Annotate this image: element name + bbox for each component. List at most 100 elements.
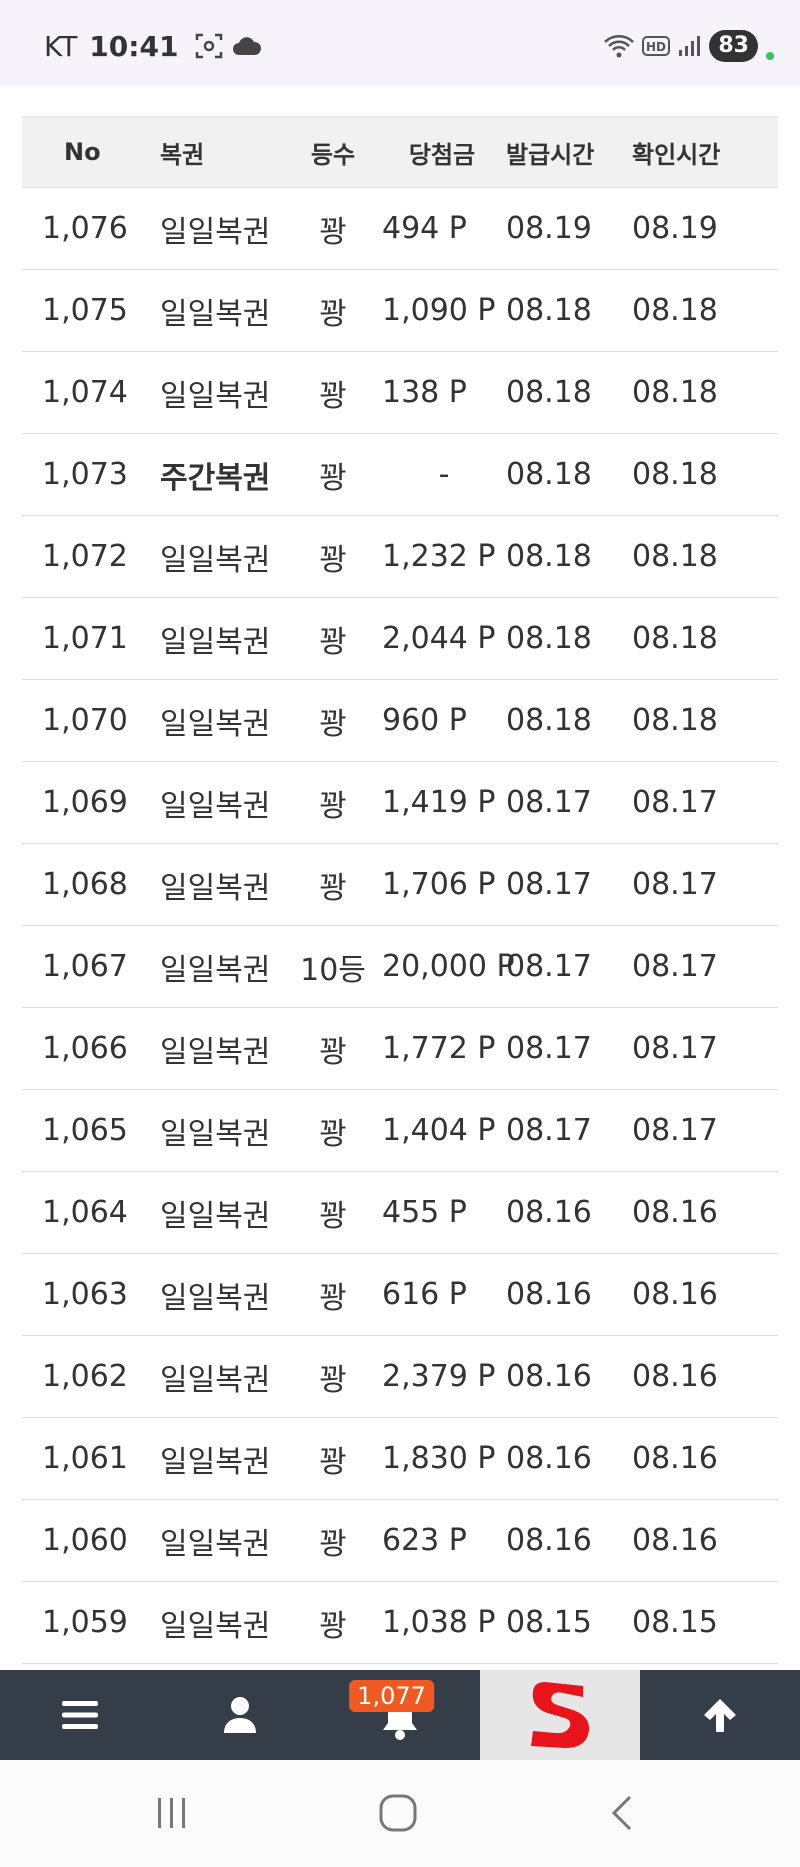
bottom-nav: 1,077 bbox=[0, 1670, 800, 1760]
battery-indicator: 83 bbox=[709, 30, 758, 62]
cell-checked-time: 08.17 bbox=[632, 949, 718, 984]
recents-button[interactable] bbox=[152, 1790, 192, 1836]
cell-no: 1,060 bbox=[42, 1523, 128, 1558]
cell-rank: 꽝 bbox=[319, 1198, 347, 1234]
cell-lottery-type: 일일복권 bbox=[160, 296, 271, 332]
header-checked-time: 확인시간 bbox=[632, 140, 721, 169]
lottery-history-table: No 복권 등수 당첨금 발급시간 확인시간 1,076 일일복권 꽝 494 P 08… bbox=[22, 116, 778, 1664]
cell-no: 1,073 bbox=[42, 457, 128, 492]
table-row: 1,061 일일복권 꽝 1,830 P 08.16 08.16 bbox=[22, 1418, 778, 1500]
cell-issued-time: 08.17 bbox=[506, 1031, 592, 1066]
cell-lottery-type: 일일복권 bbox=[160, 1526, 271, 1562]
cell-no: 1,067 bbox=[42, 949, 128, 984]
cell-no: 1,071 bbox=[42, 621, 128, 656]
cell-issued-time: 08.16 bbox=[506, 1523, 592, 1558]
cell-checked-time: 08.16 bbox=[632, 1277, 718, 1312]
cell-no: 1,075 bbox=[42, 293, 128, 328]
cell-issued-time: 08.17 bbox=[506, 1113, 592, 1148]
cell-rank: 꽝 bbox=[319, 706, 347, 742]
cell-issued-time: 08.16 bbox=[506, 1195, 592, 1230]
cell-rank: 꽝 bbox=[319, 788, 347, 824]
hd-icon: HD bbox=[642, 36, 671, 56]
notifications-button[interactable]: 1,077 bbox=[320, 1670, 480, 1760]
cell-prize: - bbox=[438, 457, 450, 492]
table-row: 1,075 일일복권 꽝 1,090 P 08.18 08.18 bbox=[22, 270, 778, 352]
table-row: 1,072 일일복권 꽝 1,232 P 08.18 08.18 bbox=[22, 516, 778, 598]
home-logo-button[interactable] bbox=[480, 1670, 640, 1760]
cell-lottery-type: 일일복권 bbox=[160, 1608, 271, 1644]
cell-prize: 455 P bbox=[382, 1195, 467, 1230]
cell-prize: 1,232 P bbox=[382, 539, 496, 574]
header-no: No bbox=[64, 138, 101, 166]
back-button[interactable] bbox=[604, 1790, 640, 1836]
cell-no: 1,064 bbox=[42, 1195, 128, 1230]
cell-prize: 2,044 P bbox=[382, 621, 496, 656]
cell-no: 1,065 bbox=[42, 1113, 128, 1148]
cell-lottery-type: 일일복권 bbox=[160, 788, 271, 824]
privacy-dot bbox=[766, 52, 774, 60]
cell-no: 1,072 bbox=[42, 539, 128, 574]
status-bar: KT 10:41 HD 83 bbox=[0, 0, 800, 86]
cell-no: 1,068 bbox=[42, 867, 128, 902]
cell-checked-time: 08.18 bbox=[632, 293, 718, 328]
home-icon bbox=[379, 1794, 417, 1832]
table-row: 1,076 일일복권 꽝 494 P 08.19 08.19 bbox=[22, 188, 778, 270]
cell-issued-time: 08.18 bbox=[506, 375, 592, 410]
profile-button[interactable] bbox=[160, 1670, 320, 1760]
table-row: 1,059 일일복권 꽝 1,038 P 08.15 08.15 bbox=[22, 1582, 778, 1664]
cell-checked-time: 08.16 bbox=[632, 1359, 718, 1394]
cell-lottery-type: 일일복권 bbox=[160, 706, 271, 742]
cell-lottery-type: 일일복권 bbox=[160, 1444, 271, 1480]
cell-checked-time: 08.16 bbox=[632, 1195, 718, 1230]
menu-button[interactable] bbox=[0, 1670, 160, 1760]
cloud-icon bbox=[233, 37, 262, 55]
system-nav-bar bbox=[0, 1760, 800, 1867]
table-row: 1,063 일일복권 꽝 616 P 08.16 08.16 bbox=[22, 1254, 778, 1336]
cell-checked-time: 08.17 bbox=[632, 785, 718, 820]
cell-issued-time: 08.18 bbox=[506, 703, 592, 738]
carrier-label: KT bbox=[44, 29, 78, 63]
cell-lottery-type: 일일복권 bbox=[160, 624, 271, 660]
status-right: HD 83 bbox=[603, 28, 774, 64]
signal-icon bbox=[679, 36, 701, 56]
cell-rank: 꽝 bbox=[319, 378, 347, 414]
cell-lottery-type: 일일복권 bbox=[160, 1034, 271, 1070]
wifi-icon bbox=[604, 35, 635, 58]
cell-issued-time: 08.16 bbox=[506, 1441, 592, 1476]
cell-no: 1,069 bbox=[42, 785, 128, 820]
header-prize: 당첨금 bbox=[408, 140, 476, 169]
cell-checked-time: 08.18 bbox=[632, 539, 718, 574]
cell-rank: 10등 bbox=[300, 952, 366, 988]
cell-issued-time: 08.17 bbox=[506, 949, 592, 984]
cell-issued-time: 08.16 bbox=[506, 1359, 592, 1394]
cell-prize: 494 P bbox=[382, 211, 467, 246]
table-row: 1,069 일일복권 꽝 1,419 P 08.17 08.17 bbox=[22, 762, 778, 844]
cell-prize: 1,772 P bbox=[382, 1031, 496, 1066]
table-row: 1,066 일일복권 꽝 1,772 P 08.17 08.17 bbox=[22, 1008, 778, 1090]
cell-rank: 꽝 bbox=[319, 1608, 347, 1644]
cell-prize: 623 P bbox=[382, 1523, 467, 1558]
cell-checked-time: 08.17 bbox=[632, 1113, 718, 1148]
cell-rank: 꽝 bbox=[319, 1034, 347, 1070]
cell-lottery-type: 주간복권 bbox=[160, 460, 271, 496]
header-rank: 등수 bbox=[310, 140, 356, 169]
cell-rank: 꽝 bbox=[319, 542, 347, 578]
clock: 10:41 bbox=[89, 29, 179, 63]
cell-checked-time: 08.18 bbox=[632, 621, 718, 656]
cell-checked-time: 08.17 bbox=[632, 867, 718, 902]
cell-no: 1,066 bbox=[42, 1031, 128, 1066]
scroll-top-button[interactable] bbox=[640, 1670, 800, 1760]
cell-lottery-type: 일일복권 bbox=[160, 1280, 271, 1316]
cell-rank: 꽝 bbox=[319, 214, 347, 250]
cell-checked-time: 08.16 bbox=[632, 1523, 718, 1558]
header-issued-time: 발급시간 bbox=[506, 140, 595, 169]
cell-issued-time: 08.16 bbox=[506, 1277, 592, 1312]
cell-rank: 꽝 bbox=[319, 624, 347, 660]
cell-checked-time: 08.18 bbox=[632, 457, 718, 492]
cell-rank: 꽝 bbox=[319, 460, 347, 496]
home-button[interactable] bbox=[376, 1790, 420, 1836]
cell-lottery-type: 일일복권 bbox=[160, 870, 271, 906]
menu-icon bbox=[62, 1701, 98, 1729]
cell-lottery-type: 일일복권 bbox=[160, 214, 271, 250]
cell-rank: 꽝 bbox=[319, 1444, 347, 1480]
